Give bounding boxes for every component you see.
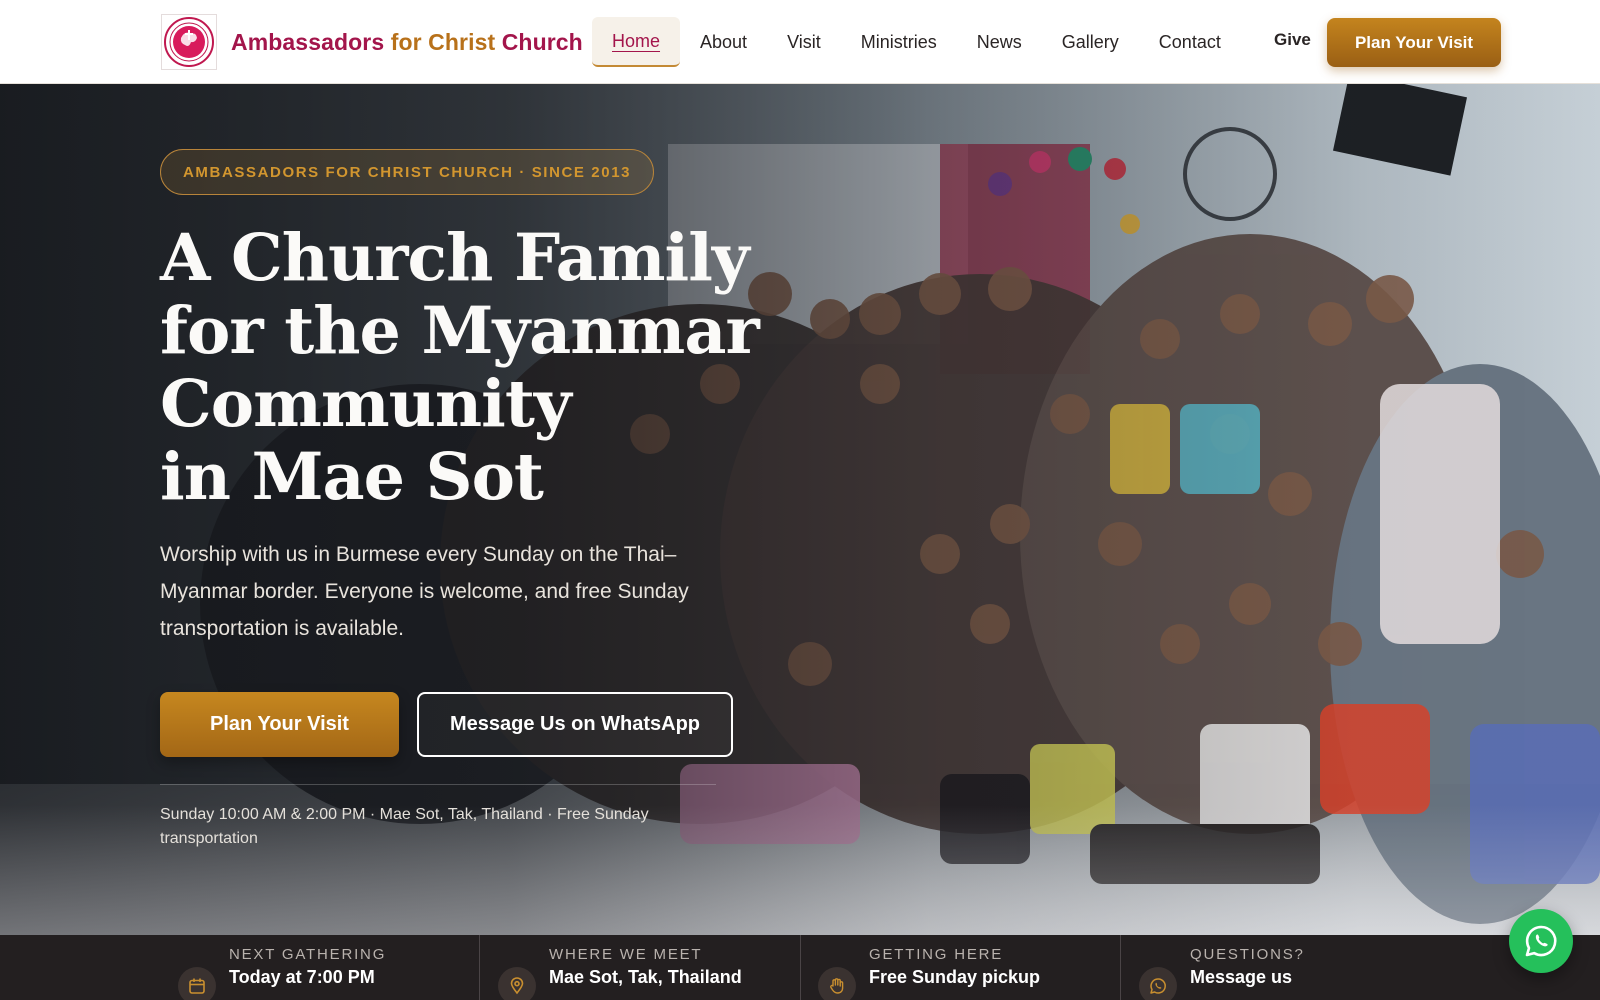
info-divider xyxy=(800,935,801,1000)
hand-wave-icon xyxy=(818,967,856,1000)
main-nav: Home About Visit Ministries News Gallery… xyxy=(592,17,1241,67)
hero-eyebrow-badge: AMBASSADORS FOR CHRIST CHURCH · SINCE 20… xyxy=(160,149,655,195)
info-label: WHERE WE MEET xyxy=(549,946,703,963)
nav-item-contact[interactable]: Contact xyxy=(1139,17,1241,67)
brand[interactable]: Ambassadors for Christ Church xyxy=(161,14,583,70)
hero-title-line-2: for the Myanmar xyxy=(160,293,760,369)
whatsapp-icon xyxy=(1525,925,1557,957)
nav-item-ministries[interactable]: Ministries xyxy=(841,17,957,67)
info-value: Message us xyxy=(1190,967,1293,987)
hero-title-line-4: in Mae Sot xyxy=(160,439,544,515)
whatsapp-icon xyxy=(1139,967,1177,1000)
nav-item-news[interactable]: News xyxy=(957,17,1042,67)
map-pin-icon xyxy=(498,967,536,1000)
info-label: NEXT GATHERING xyxy=(229,946,387,963)
brand-name[interactable]: Ambassadors for Christ Church xyxy=(231,29,583,56)
info-bar: NEXT GATHERING Today at 7:00 PM WHERE WE… xyxy=(0,935,1600,1000)
plan-visit-button[interactable]: Plan Your Visit xyxy=(160,692,399,757)
calendar-icon xyxy=(178,967,216,1000)
service-times-meta: Sunday 10:00 AM & 2:00 PM · Mae Sot, Tak… xyxy=(160,806,649,847)
hero-title-line-3: Community xyxy=(160,366,572,442)
hero-section: AMBASSADORS FOR CHRIST CHURCH · SINCE 20… xyxy=(0,84,1600,935)
info-value: Today at 7:00 PM xyxy=(229,967,375,987)
header-plan-visit-button[interactable]: Plan Your Visit xyxy=(1327,18,1501,67)
info-divider xyxy=(479,935,480,1000)
hero-subtitle: Worship with us in Burmese every Sunday … xyxy=(160,543,689,640)
hero-title-line-1: A Church Family xyxy=(160,220,750,296)
church-logo[interactable] xyxy=(161,14,217,70)
church-logo-icon xyxy=(164,17,214,67)
nav-item-home[interactable]: Home xyxy=(592,17,681,67)
info-value: Mae Sot, Tak, Thailand xyxy=(549,967,742,987)
give-link[interactable]: Give xyxy=(1274,30,1311,50)
brand-name-part-1: Ambassadors xyxy=(231,28,391,55)
brand-name-part-2: for Christ xyxy=(390,28,502,55)
whatsapp-floating-button[interactable] xyxy=(1509,909,1573,973)
brand-name-part-3: Church xyxy=(501,28,583,55)
info-value: Free Sunday pickup xyxy=(869,967,1041,987)
info-label: GETTING HERE xyxy=(869,946,1004,963)
nav-item-about[interactable]: About xyxy=(680,17,767,67)
site-header: Ambassadors for Christ Church Home About… xyxy=(0,0,1600,84)
nav-item-visit[interactable]: Visit xyxy=(767,17,841,67)
info-label: QUESTIONS? xyxy=(1190,946,1305,963)
hero-divider xyxy=(160,784,716,785)
info-divider xyxy=(1120,935,1121,1000)
hero-title: A Church Family for the Myanmar Communit… xyxy=(160,222,800,514)
nav-item-gallery[interactable]: Gallery xyxy=(1042,17,1139,67)
whatsapp-message-button[interactable]: Message Us on WhatsApp xyxy=(417,692,733,757)
